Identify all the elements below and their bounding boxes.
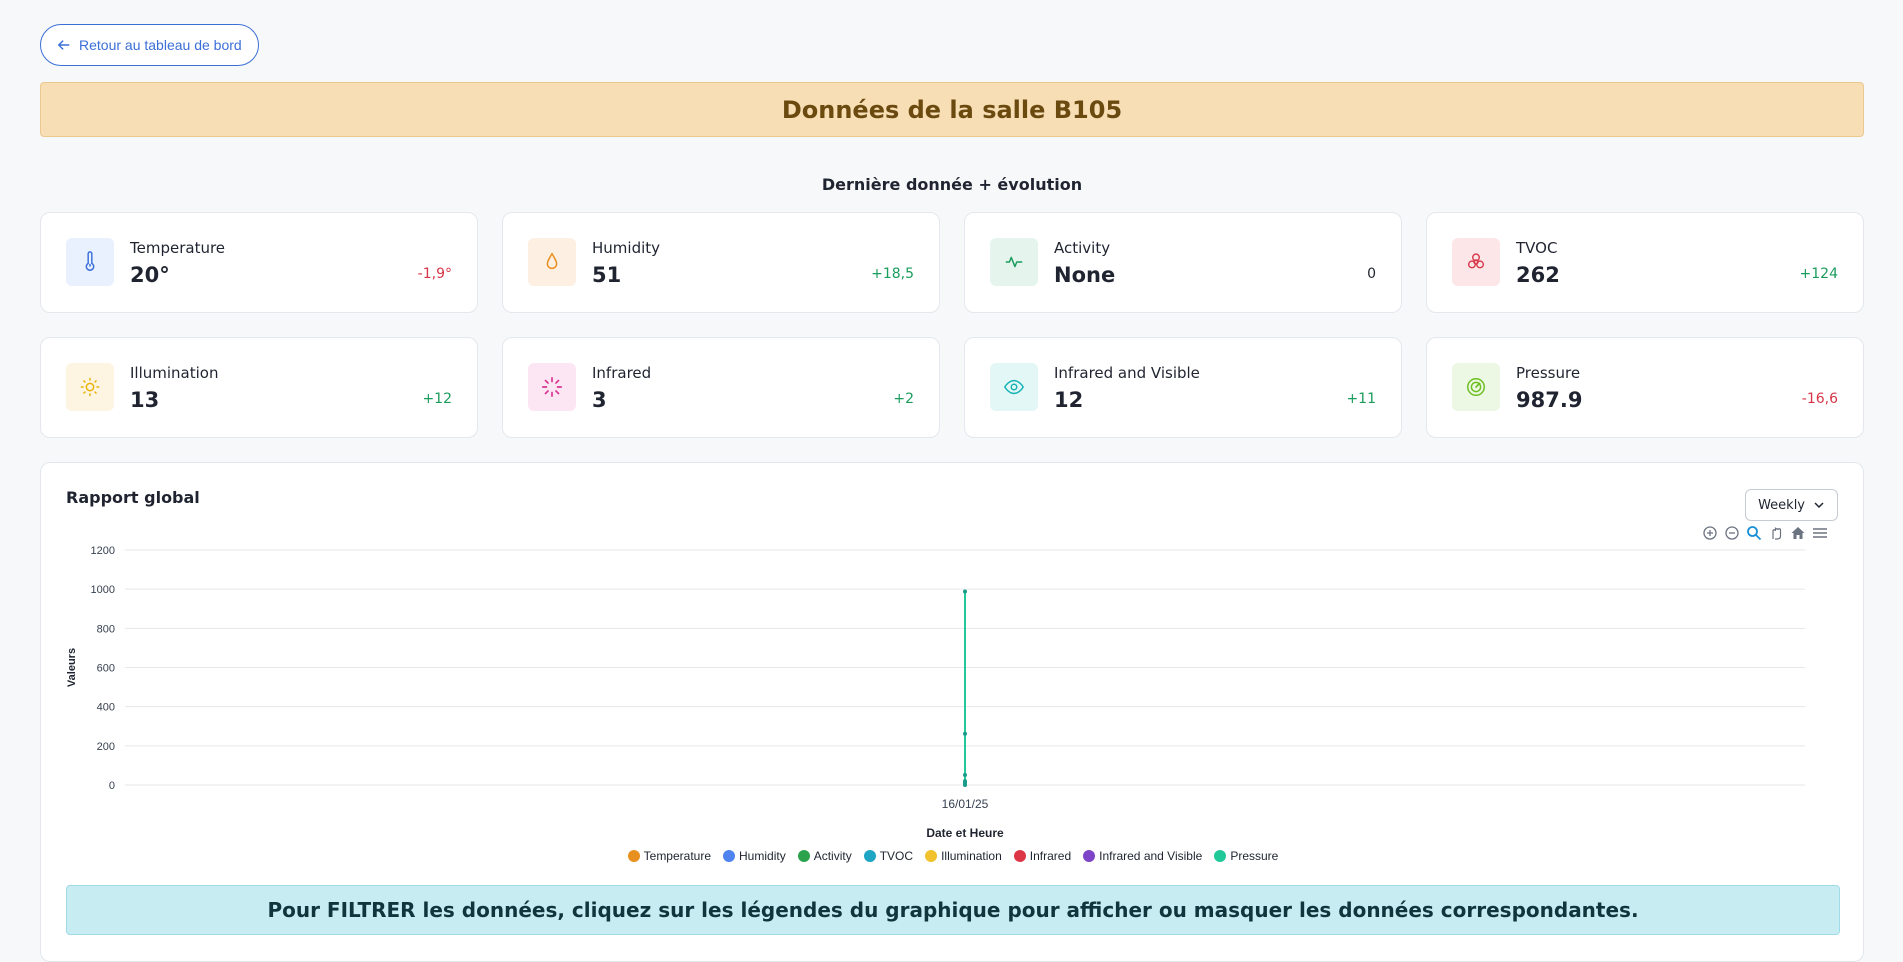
legend-item-pressure[interactable]: Pressure xyxy=(1214,849,1278,863)
stat-value: 13 xyxy=(130,388,160,412)
stat-card-temperature: Temperature 20° -1,9° xyxy=(40,212,478,313)
legend-label: Infrared and Visible xyxy=(1099,849,1203,863)
data-point-infrared-and-visible xyxy=(963,780,967,785)
thermometer-icon xyxy=(66,238,114,286)
stat-value: 987.9 xyxy=(1516,388,1583,412)
filter-info-note: Pour FILTRER les données, cliquez sur le… xyxy=(66,885,1840,935)
room-title: Données de la salle B105 xyxy=(781,95,1123,124)
y-tick-label: 600 xyxy=(97,663,115,675)
stat-label: Humidity xyxy=(592,239,661,257)
y-tick-label: 400 xyxy=(97,702,115,714)
x-axis-label: Date et Heure xyxy=(926,826,1004,840)
stat-label: Infrared xyxy=(592,364,652,382)
legend-marker xyxy=(723,850,736,862)
legend-marker xyxy=(863,850,876,862)
legend-item-infrared-and-visible[interactable]: Infrared and Visible xyxy=(1083,849,1202,863)
global-report-chart: 0 200 400 600 800 1000 1200 16/01/25 Date et Heu… xyxy=(66,545,1805,840)
legend-item-humidity[interactable]: Humidity xyxy=(723,849,786,863)
stat-value: 12 xyxy=(1054,388,1084,412)
stat-value: 3 xyxy=(592,388,607,412)
stat-label: Pressure xyxy=(1516,364,1581,382)
legend-label: Pressure xyxy=(1230,849,1279,863)
legend-item-illumination[interactable]: Illumination xyxy=(925,849,1002,863)
stat-delta: 0 xyxy=(1367,266,1376,282)
data-point-humidity xyxy=(963,773,967,778)
gauge-icon xyxy=(1452,363,1500,411)
legend-label: Infrared xyxy=(1029,849,1072,863)
legend-marker xyxy=(797,850,810,862)
stat-card-infrared: Infrared 3 +2 xyxy=(502,337,940,438)
legend-label: Illumination xyxy=(941,849,1002,863)
legend-marker xyxy=(1083,850,1096,862)
stat-delta: -16,6 xyxy=(1801,391,1838,407)
stat-label: Infrared and Visible xyxy=(1054,364,1200,382)
stat-value: 20° xyxy=(130,263,170,287)
legend-label: Humidity xyxy=(739,849,786,863)
filter-info-text: Pour FILTRER les données, cliquez sur le… xyxy=(267,898,1639,922)
stat-delta: +2 xyxy=(893,391,914,407)
legend-item-infrared[interactable]: Infrared xyxy=(1013,849,1072,863)
y-tick-label: 800 xyxy=(97,623,115,635)
legend-marker xyxy=(1214,850,1227,862)
legend-marker xyxy=(1013,850,1026,862)
y-tick-label: 1000 xyxy=(91,584,115,596)
stat-label: Illumination xyxy=(130,364,219,382)
back-to-dashboard-button[interactable]: Retour au tableau de bord xyxy=(40,24,259,66)
biohazard-icon xyxy=(1452,238,1500,286)
section-title: Dernière donnée + évolution xyxy=(821,175,1083,194)
stat-delta: +12 xyxy=(422,391,452,407)
stat-delta: +11 xyxy=(1346,391,1376,407)
y-tick-label: 200 xyxy=(97,741,115,753)
arrow-left-icon xyxy=(57,40,70,50)
loader-icon xyxy=(528,363,576,411)
chart-legend: Temperature Humidity Activity TVOC Illuminat… xyxy=(41,849,1865,863)
back-button-label: Retour au tableau de bord xyxy=(79,37,242,53)
stat-card-infrared-and-visible: Infrared and Visible 12 +11 xyxy=(964,337,1402,438)
droplet-icon xyxy=(528,238,576,286)
room-banner: Données de la salle B105 xyxy=(40,82,1864,137)
stat-label: TVOC xyxy=(1516,239,1558,257)
legend-item-tvoc[interactable]: TVOC xyxy=(863,849,914,863)
stat-delta: +18,5 xyxy=(871,266,914,282)
legend-label: TVOC xyxy=(879,849,914,863)
x-tick-label: 16/01/25 xyxy=(942,797,989,811)
stat-value: 262 xyxy=(1516,263,1560,287)
legend-marker xyxy=(925,850,938,862)
stat-label: Temperature xyxy=(130,239,226,257)
y-tick-label: 0 xyxy=(109,780,115,792)
stat-card-pressure: Pressure 987.9 -16,6 xyxy=(1426,337,1864,438)
legend-label: Temperature xyxy=(643,849,712,863)
y-axis-label: Valeurs xyxy=(66,648,78,687)
stat-label: Activity xyxy=(1054,239,1111,257)
stat-card-humidity: Humidity 51 +18,5 xyxy=(502,212,940,313)
data-point-tvoc xyxy=(963,731,967,736)
y-tick-label: 1200 xyxy=(91,545,115,557)
legend-label: Activity xyxy=(813,849,852,863)
stat-value: None xyxy=(1054,263,1116,287)
legend-item-temperature[interactable]: Temperature xyxy=(627,849,712,863)
global-report-panel: Rapport global Weekly 0 200 400 600 800 1000 1… xyxy=(40,462,1864,962)
eye-icon xyxy=(990,363,1038,411)
stat-value: 51 xyxy=(592,263,622,287)
stat-card-activity: Activity None 0 xyxy=(964,212,1402,313)
data-point-pressure xyxy=(963,589,967,594)
sun-icon xyxy=(66,363,114,411)
legend-marker xyxy=(627,850,640,862)
stat-card-tvoc: TVOC 262 +124 xyxy=(1426,212,1864,313)
activity-icon xyxy=(990,238,1038,286)
stat-card-illumination: Illumination 13 +12 xyxy=(40,337,478,438)
legend-item-activity[interactable]: Activity xyxy=(797,849,852,863)
stat-delta: -1,9° xyxy=(417,266,452,282)
stat-delta: +124 xyxy=(1799,266,1838,282)
